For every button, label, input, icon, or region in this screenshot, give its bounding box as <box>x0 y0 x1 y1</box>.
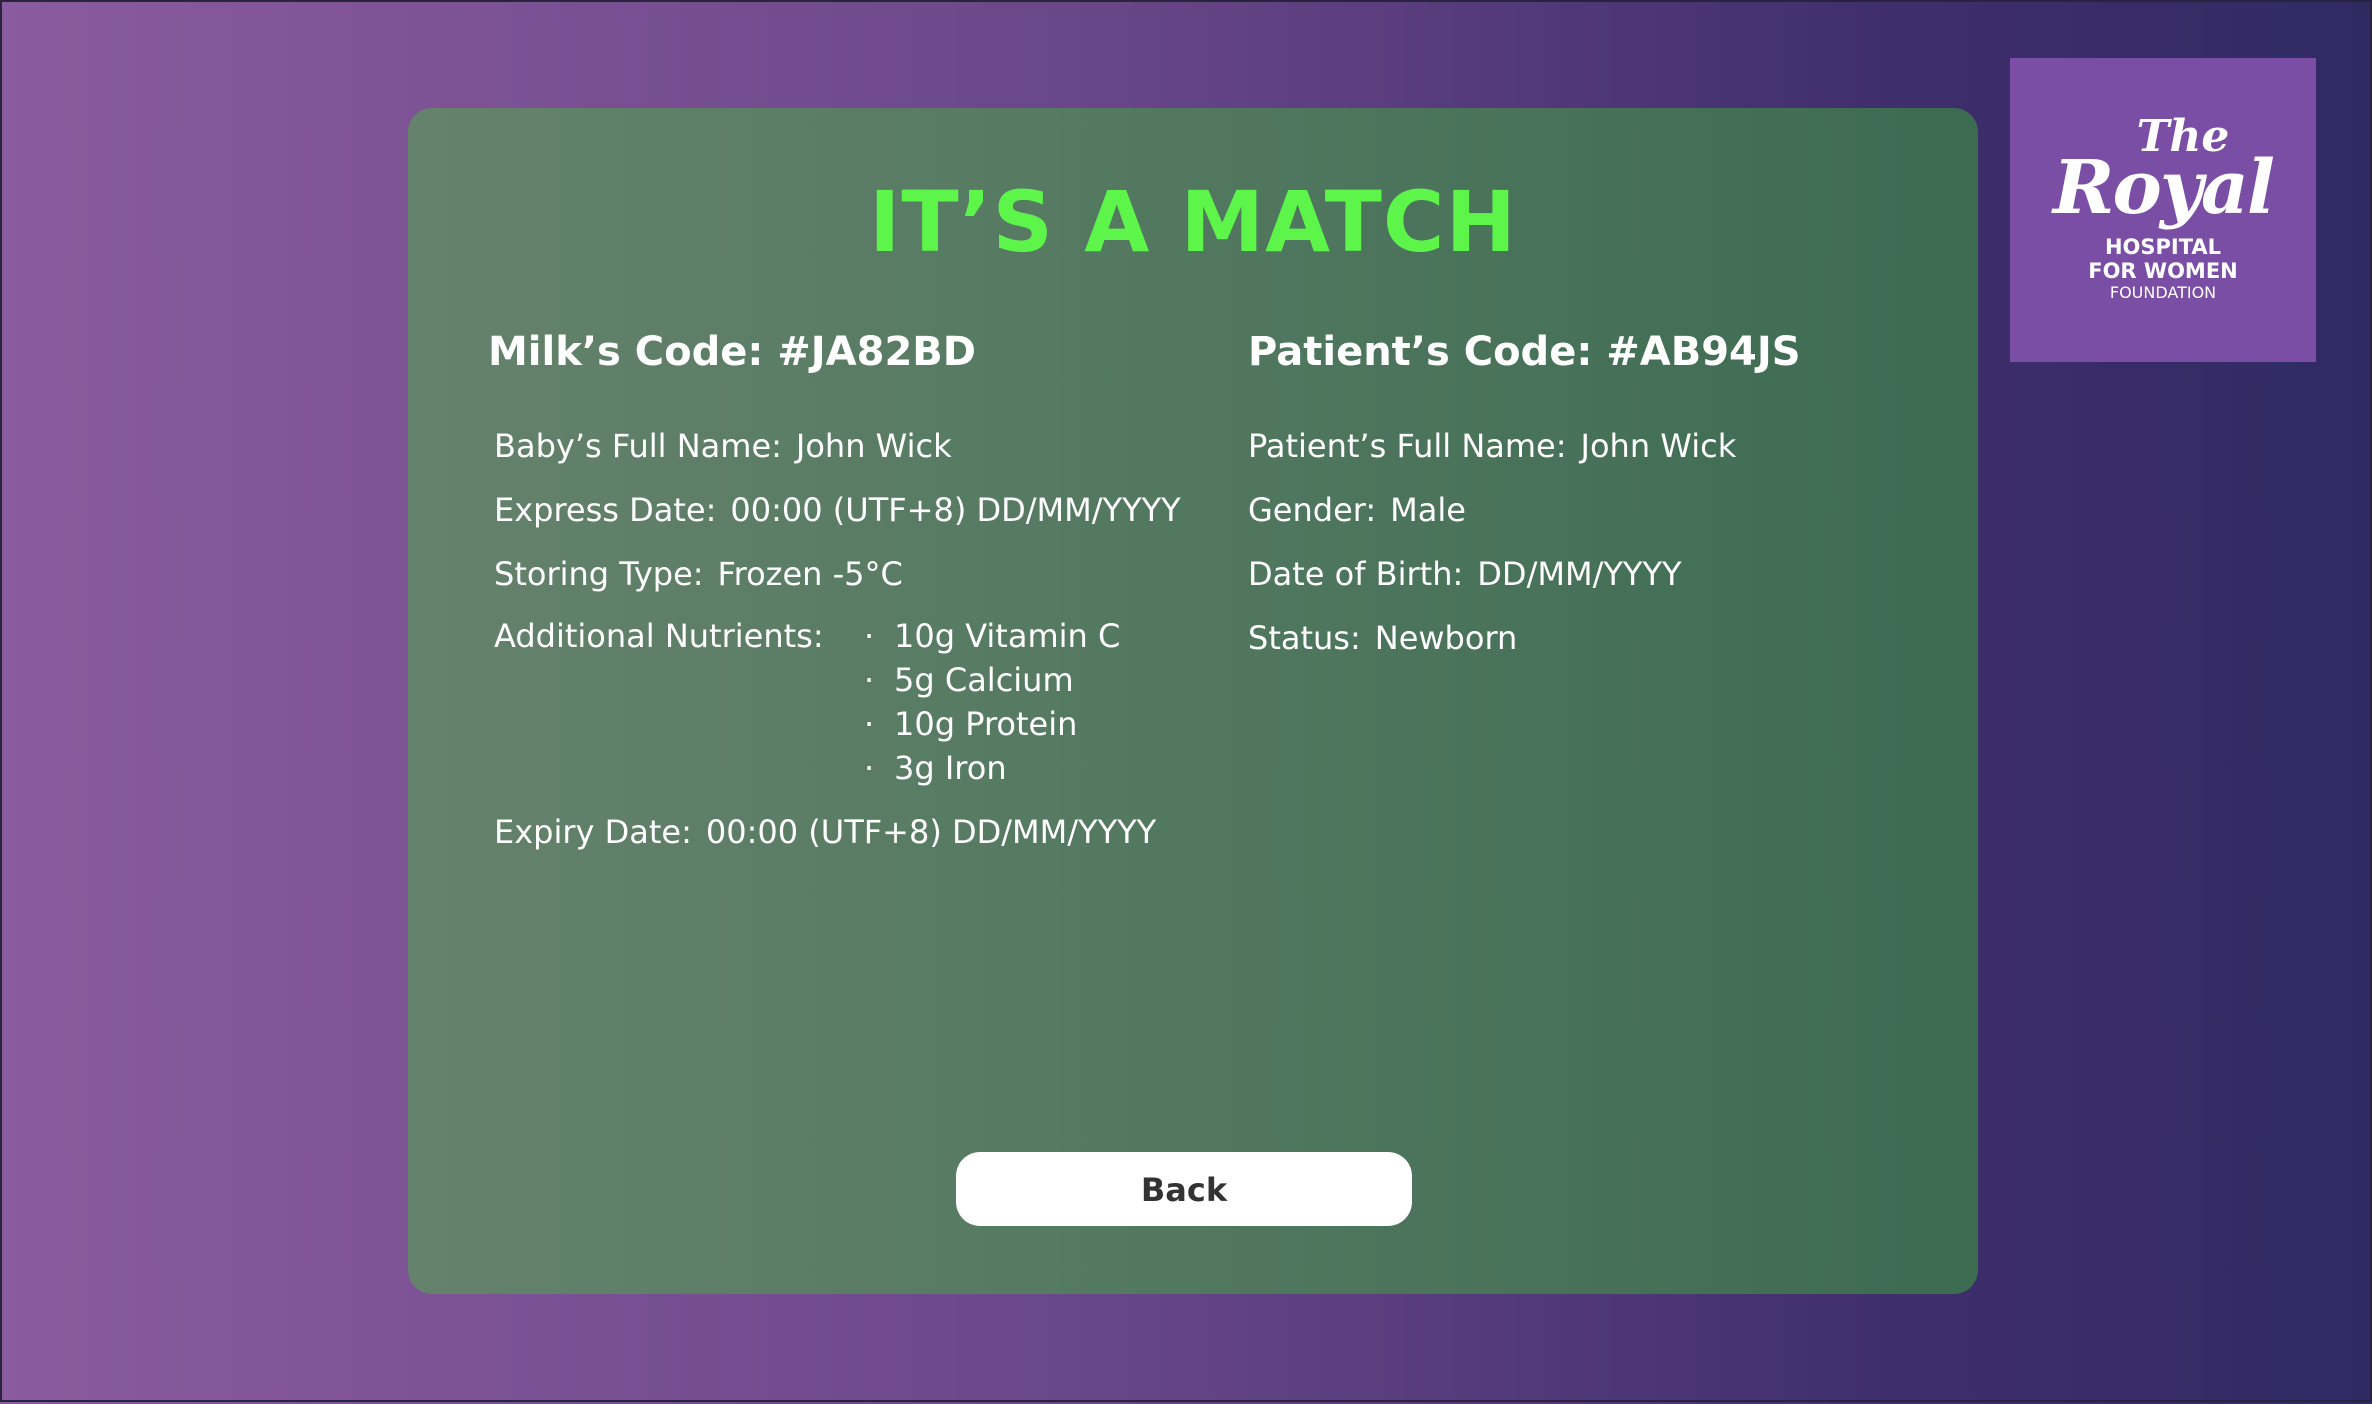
patient-code: Patient’s Code: #AB94JS <box>1248 329 1801 375</box>
dob-value: DD/MM/YYYY <box>1477 555 1682 593</box>
expiry-date-label: Expiry Date: <box>494 813 692 851</box>
match-title: IT’S A MATCH <box>869 173 1517 271</box>
dob-label: Date of Birth: <box>1248 555 1464 593</box>
express-date-row: Express Date: 00:00 (UTF+8) DD/MM/YYYY <box>494 488 1181 532</box>
royal-hospital-logo: The Royal HOSPITAL FOR WOMEN FOUNDATION <box>2010 58 2316 362</box>
list-item: · 3g Iron <box>864 746 1120 790</box>
patient-name-value: John Wick <box>1580 427 1737 465</box>
dob-row: Date of Birth: DD/MM/YYYY <box>1248 552 1682 596</box>
expiry-date-row: Expiry Date: 00:00 (UTF+8) DD/MM/YYYY <box>494 810 1156 854</box>
patient-name-label: Patient’s Full Name: <box>1248 427 1567 465</box>
patient-name-row: Patient’s Full Name: John Wick <box>1248 424 1736 468</box>
list-item: · 10g Vitamin C <box>864 614 1120 658</box>
status-value: Newborn <box>1374 619 1518 657</box>
bullet-icon: · <box>864 749 875 787</box>
gender-label: Gender: <box>1248 491 1377 529</box>
list-item: · 5g Calcium <box>864 658 1120 702</box>
expiry-date-value: 00:00 (UTF+8) DD/MM/YYYY <box>705 813 1157 851</box>
storing-type-label: Storing Type: <box>494 555 704 593</box>
match-card: IT’S A MATCH Milk’s Code: #JA82BD Patien… <box>408 108 1978 1294</box>
gender-row: Gender: Male <box>1248 488 1466 532</box>
status-row: Status: Newborn <box>1248 616 1517 660</box>
logo-royal-text: Royal <box>2053 145 2275 231</box>
logo-foundation-text: FOUNDATION <box>2109 283 2217 302</box>
express-date-label: Express Date: <box>494 491 717 529</box>
milk-code: Milk’s Code: #JA82BD <box>488 329 976 375</box>
nutrients-row: Additional Nutrients: <box>494 614 838 658</box>
logo-hospital-text: HOSPITAL <box>2104 235 2222 259</box>
list-item: · 10g Protein <box>864 702 1120 746</box>
baby-name-row: Baby’s Full Name: John Wick <box>494 424 952 468</box>
express-date-value: 00:00 (UTF+8) DD/MM/YYYY <box>730 491 1181 529</box>
status-label: Status: <box>1248 619 1361 657</box>
gender-value: Male <box>1390 491 1466 529</box>
storing-type-value: Frozen -5°C <box>717 555 903 593</box>
bullet-icon: · <box>864 705 875 743</box>
nutrients-label: Additional Nutrients: <box>494 617 824 655</box>
back-button[interactable]: Back <box>956 1152 1412 1226</box>
bullet-icon: · <box>864 661 875 699</box>
baby-name-label: Baby’s Full Name: <box>494 427 782 465</box>
nutrients-list: · 10g Vitamin C · 5g Calcium · 10g Protein … <box>864 614 1120 790</box>
storing-type-row: Storing Type: Frozen -5°C <box>494 552 903 596</box>
logo-for-women-text: FOR WOMEN <box>2088 259 2238 283</box>
baby-name-value: John Wick <box>795 427 952 465</box>
bullet-icon: · <box>864 617 875 655</box>
